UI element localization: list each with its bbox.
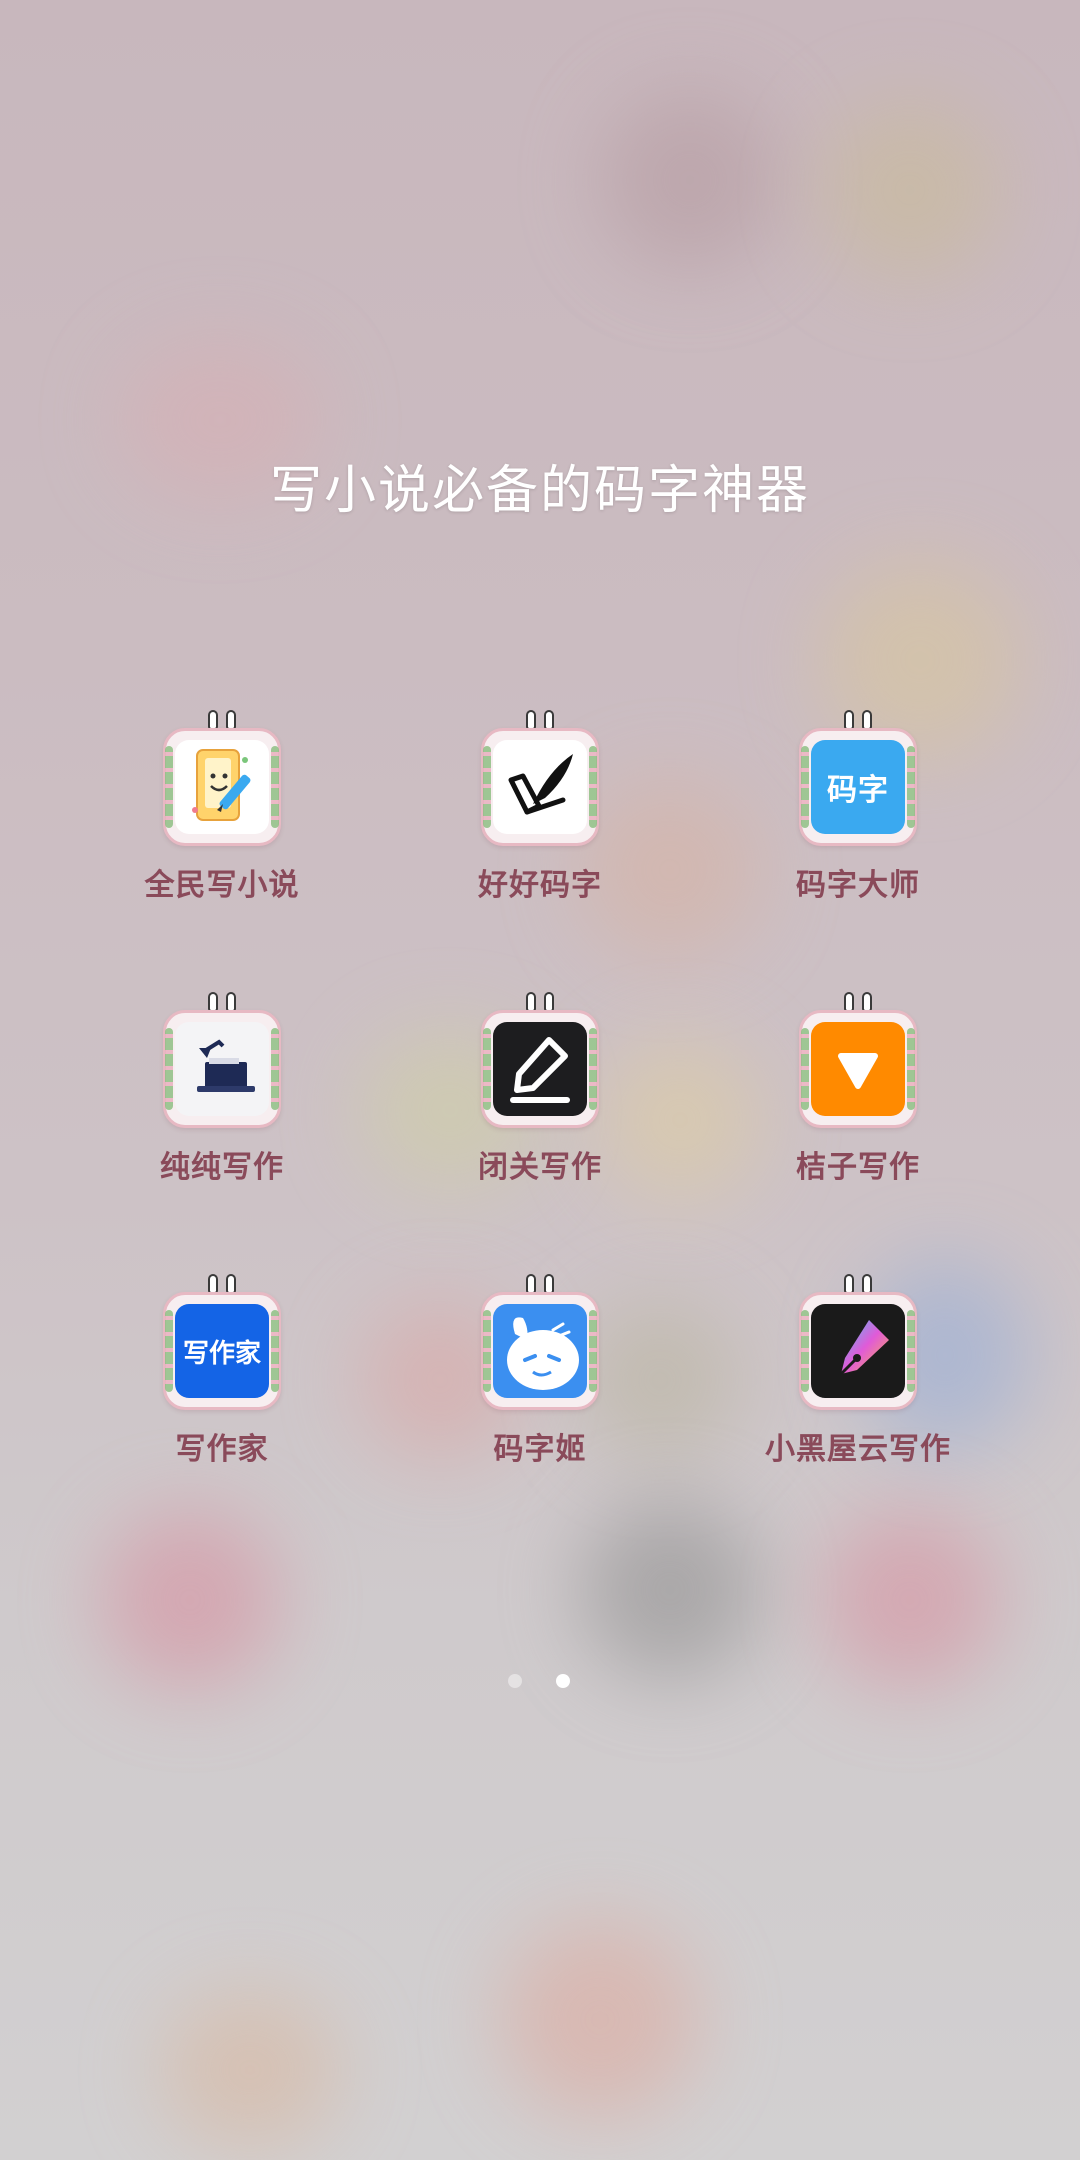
mazi-text-badge-icon: 码字 (811, 740, 905, 834)
app-label: 全民写小说 (144, 868, 300, 903)
icon-text: 写作家 (182, 1338, 261, 1369)
app-haohao-mazi[interactable]: 好好码字 (390, 710, 690, 912)
app-biguan-xiezuo[interactable]: 闭关写作 (390, 992, 690, 1194)
app-mazi-dashi[interactable]: 码字 码字大师 (708, 710, 1008, 912)
smiley-notebook-pencil-icon (175, 740, 269, 834)
quill-checkmark-icon (493, 740, 587, 834)
page-dot-2-active[interactable] (556, 1674, 570, 1688)
app-label: 桔子写作 (796, 1150, 920, 1185)
app-icon-frame (163, 710, 281, 846)
app-juzi-xiezuo[interactable]: 桔子写作 (708, 992, 1008, 1194)
app-quanmin-xiexiaoshuo[interactable]: 全民写小说 (72, 710, 372, 912)
xiezuojia-text-badge-icon: 写作家 (175, 1304, 269, 1398)
app-label: 码字大师 (796, 868, 920, 903)
app-xiaoheiwu-yunxiezuo[interactable]: 小黑屋云写作 (708, 1274, 1008, 1476)
desk-lamp-icon (175, 1022, 269, 1116)
app-icon-frame (799, 1274, 917, 1410)
app-icon-frame (481, 710, 599, 846)
pencil-edit-icon (493, 1022, 587, 1116)
icon-text: 码字 (827, 773, 889, 808)
app-maziji[interactable]: 码字姬 (390, 1274, 690, 1476)
folder-title[interactable]: 写小说必备的码字神器 (0, 448, 1080, 523)
page-dot-1[interactable] (508, 1674, 522, 1688)
fountain-pen-nib-icon (811, 1304, 905, 1398)
app-icon-frame (481, 1274, 599, 1410)
app-label: 闭关写作 (478, 1150, 602, 1185)
app-label: 小黑屋云写作 (765, 1432, 951, 1467)
app-icon-frame (163, 992, 281, 1128)
app-grid: 全民写小说 好好码字 码字 码字大师 纯纯写作 闭关写作 桔子写作 写作家 写作… (0, 710, 1080, 1472)
app-chunchun-xiezuo[interactable]: 纯纯写作 (72, 992, 372, 1194)
orange-triangle-icon (811, 1022, 905, 1116)
app-label: 写作家 (175, 1432, 269, 1467)
app-label: 纯纯写作 (160, 1150, 284, 1185)
app-icon-frame (799, 992, 917, 1128)
app-xiezuojia[interactable]: 写作家 写作家 (72, 1274, 372, 1476)
app-icon-frame (481, 992, 599, 1128)
app-icon-frame: 写作家 (163, 1274, 281, 1410)
app-icon-frame: 码字 (799, 710, 917, 846)
app-label: 好好码字 (478, 868, 602, 903)
bunny-face-icon (493, 1304, 587, 1398)
page-indicator[interactable] (508, 1674, 570, 1688)
app-label: 码字姬 (493, 1432, 587, 1467)
